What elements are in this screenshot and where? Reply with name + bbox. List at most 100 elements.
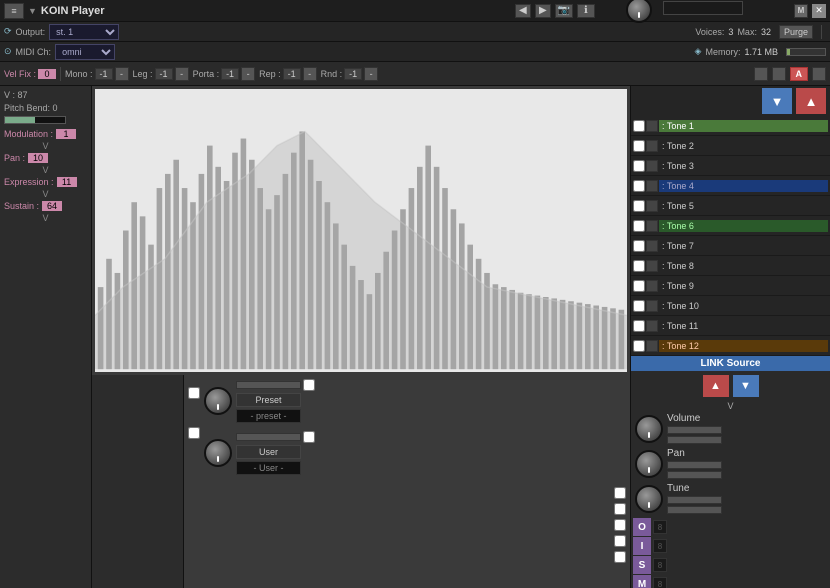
tone-8-check[interactable]	[633, 260, 645, 272]
tone-2-name[interactable]: : Tone 2	[659, 140, 828, 152]
tone-10-name[interactable]: : Tone 10	[659, 300, 828, 312]
tone-5-btn[interactable]	[646, 200, 658, 212]
mono-dec[interactable]: -	[115, 67, 129, 81]
pan-slider[interactable]	[667, 461, 722, 469]
preset-label-btn[interactable]: Preset	[236, 393, 301, 407]
preset-slider[interactable]	[236, 381, 301, 389]
tone-4-check[interactable]	[633, 180, 645, 192]
pitch-bend-label: Pitch Bend: 0	[4, 103, 87, 113]
tone-7-check[interactable]	[633, 240, 645, 252]
extra-cb-3[interactable]	[614, 519, 626, 531]
tone-12-btn[interactable]	[646, 340, 658, 352]
tone-12-name[interactable]: : Tone 12	[659, 340, 828, 352]
volume-knob[interactable]	[635, 415, 663, 443]
m-oism-btn[interactable]: M	[633, 575, 651, 588]
leg-dec[interactable]: -	[175, 67, 189, 81]
tone-8-name[interactable]: : Tone 8	[659, 260, 828, 272]
tone-6-check[interactable]	[633, 220, 645, 232]
preset-cb-2[interactable]	[303, 379, 315, 391]
m-8-indicator: 8	[653, 577, 667, 588]
link-tune-knob[interactable]	[635, 485, 663, 513]
tone-1-btn[interactable]	[646, 120, 658, 132]
o-btn[interactable]: O	[633, 518, 651, 536]
pitch-bend-bar[interactable]	[4, 116, 66, 124]
expression-label: Expression :	[4, 177, 54, 187]
preset-knob[interactable]	[204, 387, 232, 415]
tone-3-name[interactable]: : Tone 3	[659, 160, 828, 172]
tone-8-btn[interactable]	[646, 260, 658, 272]
tone-10-btn[interactable]	[646, 300, 658, 312]
tone-6-btn[interactable]	[646, 220, 658, 232]
user-cb-2[interactable]	[303, 431, 315, 443]
app-title: KOIN Player	[41, 5, 511, 17]
tone-6-name[interactable]: : Tone 6	[659, 220, 828, 232]
m-button[interactable]: M	[794, 4, 808, 18]
rnd-dec[interactable]: -	[364, 67, 378, 81]
tune-slider-2[interactable]	[667, 506, 722, 514]
purge-btn[interactable]: Purge	[779, 25, 813, 39]
oism-section: O 8 I 8 S 8 M 8	[631, 516, 830, 588]
tone-9-name[interactable]: : Tone 9	[659, 280, 828, 292]
next-btn[interactable]: ▶	[535, 4, 551, 18]
leg-group: Leg : -1 -	[133, 67, 189, 81]
tone-1-check[interactable]	[633, 120, 645, 132]
tone-7-btn[interactable]	[646, 240, 658, 252]
output-select[interactable]: st. 1	[49, 24, 119, 40]
pan-slider-2[interactable]	[667, 471, 722, 479]
prev-btn[interactable]: ◀	[515, 4, 531, 18]
max-value: 32	[761, 27, 771, 37]
tone-9-check[interactable]	[633, 280, 645, 292]
volume-slider-2[interactable]	[667, 436, 722, 444]
info-btn[interactable]: ℹ	[577, 4, 595, 18]
tone-3-check[interactable]	[633, 160, 645, 172]
tune-knob[interactable]	[626, 0, 652, 23]
extra-cb-1[interactable]	[614, 487, 626, 499]
link-down-arrow[interactable]: ▼	[733, 375, 759, 397]
tone-4-btn[interactable]	[646, 180, 658, 192]
camera-btn[interactable]: 📷	[555, 4, 573, 18]
rep-dec[interactable]: -	[303, 67, 317, 81]
a-btn[interactable]: A	[790, 67, 809, 81]
nav-down-btn[interactable]: ▼	[762, 88, 792, 114]
tone-2-check[interactable]	[633, 140, 645, 152]
menu-icon[interactable]: ≡	[4, 3, 24, 19]
user-knob[interactable]	[204, 439, 232, 467]
tone-2-btn[interactable]	[646, 140, 658, 152]
extra-cb-2[interactable]	[614, 503, 626, 515]
tone-5-check[interactable]	[633, 200, 645, 212]
midi-select[interactable]: omni	[55, 44, 115, 60]
vel-fix-group: Vel Fix : 0	[4, 69, 56, 79]
tone-11-name[interactable]: : Tone 11	[659, 320, 828, 332]
tone-4-name[interactable]: : Tone 4	[659, 180, 828, 192]
tone-1-name[interactable]: : Tone 1	[659, 120, 828, 132]
porta-dec[interactable]: -	[241, 67, 255, 81]
tone-11-btn[interactable]	[646, 320, 658, 332]
close-btn[interactable]: ✕	[812, 4, 826, 18]
small-sq-2	[772, 67, 786, 81]
extra-cb-4[interactable]	[614, 535, 626, 547]
link-up-arrow[interactable]: ▲	[703, 375, 729, 397]
tone-row-7: : Tone 7	[631, 236, 830, 256]
tone-5-name[interactable]: : Tone 5	[659, 200, 828, 212]
user-label-btn[interactable]: User	[236, 445, 301, 459]
extra-cb-5[interactable]	[614, 551, 626, 563]
volume-slider[interactable]	[667, 426, 722, 434]
preset-checkbox[interactable]	[188, 387, 200, 399]
user-slider[interactable]	[236, 433, 301, 441]
i-btn[interactable]: I	[633, 537, 651, 555]
pan-knob[interactable]	[635, 450, 663, 478]
vel-fix-value: 0	[38, 69, 56, 79]
tone-7-name[interactable]: : Tone 7	[659, 240, 828, 252]
tone-9-btn[interactable]	[646, 280, 658, 292]
nav-up-btn[interactable]: ▲	[796, 88, 826, 114]
user-checkbox[interactable]	[188, 427, 200, 439]
tone-11-check[interactable]	[633, 320, 645, 332]
tone-12-check[interactable]	[633, 340, 645, 352]
tone-3-btn[interactable]	[646, 160, 658, 172]
dropdown-arrow[interactable]: ▼	[28, 6, 37, 16]
tune-slider[interactable]	[667, 496, 722, 504]
tone-10-check[interactable]	[633, 300, 645, 312]
link-source-header[interactable]: LINK Source	[631, 356, 830, 371]
tone-row-2: : Tone 2	[631, 136, 830, 156]
s-oism-btn[interactable]: S	[633, 556, 651, 574]
